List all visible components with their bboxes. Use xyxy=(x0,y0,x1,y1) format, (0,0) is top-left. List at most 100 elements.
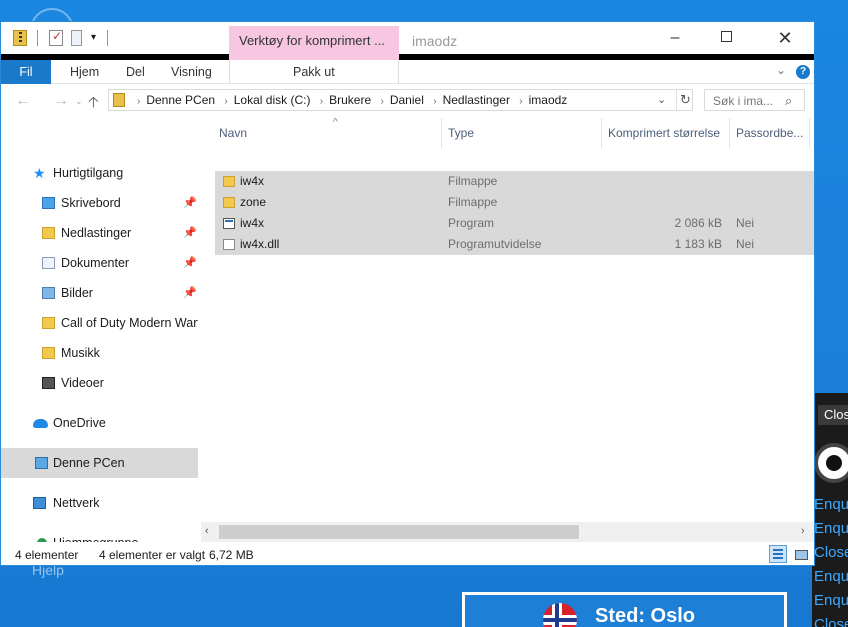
videos-folder-icon xyxy=(42,377,55,389)
scroll-left-arrow-icon[interactable]: ‹ xyxy=(205,525,209,537)
file-row[interactable]: iw4x Program 2 086 kB Nei xyxy=(215,213,814,234)
title-bar[interactable]: ▾ Verktøy for komprimert ... imaodz – ✕ xyxy=(1,22,814,54)
nav-item-call-of-duty[interactable]: Call of Duty Modern Warfa xyxy=(1,308,198,338)
nav-item-documents[interactable]: Dokumenter 📌 xyxy=(1,248,198,278)
file-row[interactable]: zone Filmappe xyxy=(215,192,814,213)
horizontal-scrollbar[interactable]: ‹ › xyxy=(201,522,814,542)
search-icon[interactable]: ⌕ xyxy=(785,93,792,109)
breadcrumb-separator: › xyxy=(137,96,141,107)
breadcrumb-separator: › xyxy=(224,96,228,107)
nav-item-quick-access[interactable]: ★ Hurtigtilgang xyxy=(1,158,198,188)
properties-icon[interactable] xyxy=(49,29,63,46)
breadcrumb-separator: › xyxy=(433,96,437,107)
nav-item-videos[interactable]: Videoer xyxy=(1,368,198,398)
quick-access-dropdown-icon[interactable]: ▾ xyxy=(91,32,101,48)
tab-share[interactable]: Del xyxy=(126,60,145,84)
toolbar-separator xyxy=(37,30,38,46)
location-panel[interactable]: Sted: Oslo xyxy=(462,592,787,627)
window-title: imaodz xyxy=(412,33,458,49)
scrollbar-thumb[interactable] xyxy=(219,525,579,539)
desktop-folder-icon xyxy=(42,197,55,209)
nav-item-label: Nedlastinger xyxy=(61,226,132,240)
help-icon[interactable]: ? xyxy=(796,65,810,79)
nav-item-desktop[interactable]: Skrivebord 📌 xyxy=(1,188,198,218)
pin-icon[interactable]: 📌 xyxy=(183,248,197,278)
address-dropdown-chevron-icon[interactable]: ⌄ xyxy=(657,93,666,106)
this-pc-icon xyxy=(35,457,48,469)
log-line: Close xyxy=(814,616,848,627)
forward-arrow-icon[interactable]: → xyxy=(53,92,69,110)
selected-count: 4 elementer er valgt xyxy=(99,548,206,562)
column-header-type[interactable]: Type xyxy=(442,118,602,148)
pin-icon[interactable]: 📌 xyxy=(183,188,197,218)
dark-app-log: Enqu Enqu Close Enqu Enqu Close xyxy=(812,493,848,627)
maximize-button[interactable] xyxy=(704,28,748,48)
tab-file[interactable]: Fil xyxy=(1,60,51,84)
address-bar[interactable]: › Denne PCen › Lokal disk (C:) › Brukere › D… xyxy=(108,89,693,111)
nav-item-downloads[interactable]: Nedlastinger 📌 xyxy=(1,218,198,248)
breadcrumb-item[interactable]: Brukere xyxy=(329,93,371,107)
file-row[interactable]: iw4x Filmappe xyxy=(215,171,814,192)
refresh-icon[interactable]: ↻ xyxy=(676,90,694,110)
file-name: iw4x.dll xyxy=(240,237,280,251)
tab-view[interactable]: Visning xyxy=(171,60,212,84)
breadcrumb-item[interactable]: Nedlastinger xyxy=(443,93,510,107)
zip-folder-icon xyxy=(113,93,125,107)
compressed-tools-context-tab[interactable]: Verktøy for komprimert ... xyxy=(229,26,399,54)
breadcrumb-item[interactable]: Daniel xyxy=(390,93,424,107)
music-folder-icon xyxy=(42,347,55,359)
folder-icon xyxy=(42,317,55,329)
nav-item-music[interactable]: Musikk xyxy=(1,338,198,368)
file-explorer-window: ▾ Verktøy for komprimert ... imaodz – ✕ … xyxy=(0,21,815,566)
column-header-compressed-size[interactable]: Komprimert størrelse xyxy=(602,118,730,148)
column-header-label: Navn xyxy=(219,126,248,140)
breadcrumb-separator: › xyxy=(519,96,523,107)
file-row[interactable]: iw4x.dll Programutvidelse 1 183 kB Nei xyxy=(215,234,814,255)
expand-ribbon-chevron-icon[interactable]: ⌄ xyxy=(776,63,786,77)
file-type: Program xyxy=(448,216,495,230)
tab-extract[interactable]: Pakk ut xyxy=(293,60,335,84)
norway-flag-icon xyxy=(543,603,577,627)
breadcrumb-item[interactable]: Denne PCen xyxy=(146,93,215,107)
large-icons-view-icon[interactable] xyxy=(791,545,809,563)
log-line: Enqu xyxy=(814,568,848,585)
nav-item-label: Nettverk xyxy=(53,496,100,510)
breadcrumb-separator: › xyxy=(319,96,324,107)
item-count: 4 elementer xyxy=(15,548,79,562)
file-name: iw4x xyxy=(240,216,265,230)
documents-folder-icon xyxy=(42,257,55,269)
nav-item-onedrive[interactable]: OneDrive xyxy=(1,408,198,438)
up-arrow-icon[interactable]: 🡡 xyxy=(88,92,99,117)
breadcrumb-item[interactable]: imaodz xyxy=(529,93,568,107)
log-line: Enqu xyxy=(814,520,848,537)
sort-ascending-icon: ^ xyxy=(333,118,338,128)
maximize-icon xyxy=(720,31,732,42)
nav-item-label: Bilder xyxy=(61,286,93,300)
dark-app-close-button[interactable]: Close xyxy=(818,405,848,425)
breadcrumb-item[interactable]: Lokal disk (C:) xyxy=(234,93,311,107)
minimize-button[interactable]: – xyxy=(653,28,697,48)
new-folder-icon[interactable] xyxy=(71,30,82,46)
nav-item-pictures[interactable]: Bilder 📌 xyxy=(1,278,198,308)
pin-icon[interactable]: 📌 xyxy=(183,218,197,248)
column-header-name[interactable]: Navn ^ xyxy=(213,118,442,148)
pin-icon[interactable]: 📌 xyxy=(183,278,197,308)
breadcrumb: › Denne PCen › Lokal disk (C:) › Brukere › D… xyxy=(131,93,567,107)
recent-locations-chevron-icon[interactable]: ⌄ xyxy=(75,96,83,107)
scroll-right-arrow-icon[interactable]: › xyxy=(801,525,805,537)
nav-item-this-pc[interactable]: Denne PCen xyxy=(1,448,198,478)
navigation-pane: ★ Hurtigtilgang Skrivebord 📌 Nedlastinge… xyxy=(1,118,201,542)
ribbon-separator xyxy=(229,60,230,84)
dll-icon xyxy=(223,239,235,250)
folder-icon xyxy=(223,197,235,208)
nav-item-homegroup[interactable]: Hjemmegruppe xyxy=(1,528,198,542)
close-button[interactable]: ✕ xyxy=(763,28,807,48)
exe-icon xyxy=(223,218,235,229)
back-arrow-icon[interactable]: ← xyxy=(15,92,31,110)
nav-item-network[interactable]: Nettverk xyxy=(1,488,198,518)
details-view-icon[interactable] xyxy=(769,545,787,563)
tab-home[interactable]: Hjem xyxy=(70,60,99,84)
column-header-password[interactable]: Passordbe... xyxy=(730,118,810,148)
search-input[interactable]: Søk i ima... ⌕ xyxy=(704,89,805,111)
log-line: Close xyxy=(814,544,848,561)
